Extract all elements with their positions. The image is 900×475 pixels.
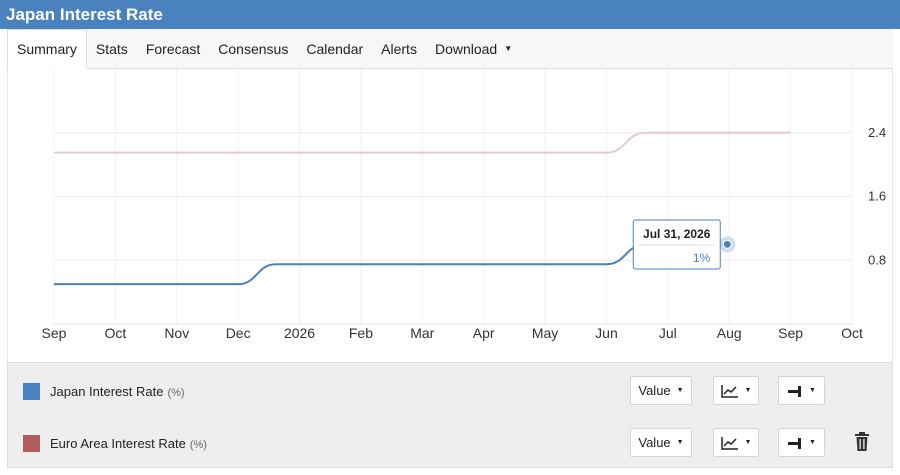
y-tick-label: 1.6 [868, 189, 886, 204]
chart-type-dropdown[interactable]: ▼ [713, 376, 759, 405]
x-tick-label: Jul [659, 325, 677, 341]
caret-down-icon: ▼ [504, 44, 513, 53]
window-title: Japan Interest Rate [0, 0, 900, 29]
x-tick-label: Nov [164, 325, 189, 341]
tab-stats[interactable]: Stats [87, 29, 137, 68]
trash-icon[interactable] [854, 432, 870, 452]
tab-label: Summary [17, 41, 77, 57]
series-color-swatch[interactable] [23, 383, 40, 400]
x-tick-label: Oct [841, 325, 863, 341]
tab-alerts[interactable]: Alerts [372, 29, 426, 68]
axis-position-icon [788, 437, 802, 449]
x-tick-label: Apr [473, 325, 495, 341]
tab-consensus[interactable]: Consensus [209, 29, 297, 68]
value-dropdown[interactable]: Value ▼ [630, 376, 692, 405]
chart-type-dropdown[interactable]: ▼ [713, 428, 759, 457]
chart-area[interactable]: Sep Oct Nov Dec 2026 Feb Mar Apr May Jun Jul Aug Sep… [7, 69, 893, 362]
caret-down-icon: ▼ [676, 439, 684, 446]
series-unit: (%) [189, 439, 207, 451]
value-dropdown-label: Value [638, 435, 671, 450]
x-tick-label: 2026 [284, 325, 315, 341]
tooltip-value: 1% [693, 251, 711, 265]
series-name-text: Japan Interest Rate [50, 384, 164, 399]
tab-label: Alerts [381, 40, 417, 57]
series-name: Japan Interest Rate (%) [50, 384, 185, 399]
axis-position-icon [788, 385, 802, 397]
caret-down-icon: ▼ [809, 387, 816, 394]
x-tick-label: Sep [42, 325, 67, 341]
x-tick-label: Sep [778, 325, 803, 341]
value-dropdown-label: Value [638, 383, 671, 398]
tab-forecast[interactable]: Forecast [137, 29, 209, 68]
caret-down-icon: ▼ [676, 387, 684, 394]
hover-point [722, 239, 732, 249]
tab-label: Calendar [306, 40, 364, 57]
series-name: Euro Area Interest Rate (%) [50, 436, 207, 451]
legend-row-japan: Japan Interest Rate (%) Value ▼ ▼ ▼ [8, 372, 892, 412]
series-color-swatch[interactable] [23, 435, 40, 452]
tooltip-date: Jul 31, 2026 [643, 227, 711, 241]
legend-row-euro-area: Euro Area Interest Rate (%) Value ▼ ▼ ▼ [8, 424, 892, 464]
y-tick-label: 2.4 [868, 125, 886, 140]
caret-down-icon: ▼ [809, 439, 816, 446]
x-tick-label: Jun [595, 325, 618, 341]
value-dropdown[interactable]: Value ▼ [630, 428, 692, 457]
line-chart[interactable]: Sep Oct Nov Dec 2026 Feb Mar Apr May Jun Jul Aug Sep… [8, 69, 894, 362]
series-name-text: Euro Area Interest Rate [50, 436, 186, 451]
line-chart-icon [720, 384, 738, 398]
y-tick-label: 0.8 [868, 252, 886, 267]
x-tick-label: Oct [104, 325, 126, 341]
tab-label: Forecast [145, 40, 201, 57]
x-tick-label: Dec [226, 325, 251, 341]
caret-down-icon: ▼ [744, 439, 752, 446]
tab-label: Download [434, 40, 498, 57]
axis-position-dropdown[interactable]: ▼ [778, 376, 825, 405]
x-tick-label: Aug [717, 325, 742, 341]
line-chart-icon [720, 436, 738, 450]
tab-label: Stats [95, 40, 128, 57]
caret-down-icon: ▼ [744, 387, 752, 394]
axis-position-dropdown[interactable]: ▼ [778, 428, 825, 457]
tab-label: Consensus [218, 40, 289, 57]
tab-calendar[interactable]: Calendar [297, 29, 372, 68]
series-legend: Japan Interest Rate (%) Value ▼ ▼ ▼ Euro A… [7, 362, 893, 468]
x-tick-label: Mar [410, 325, 434, 341]
series-line [54, 243, 728, 286]
x-tick-label: Feb [349, 325, 373, 341]
tab-download[interactable]: Download ▼ [426, 29, 521, 68]
x-tick-label: May [532, 325, 558, 341]
series-unit: (%) [167, 387, 185, 399]
tab-bar: Summary Stats Forecast Consensus Calenda… [7, 29, 893, 69]
tab-summary[interactable]: Summary [7, 29, 87, 69]
